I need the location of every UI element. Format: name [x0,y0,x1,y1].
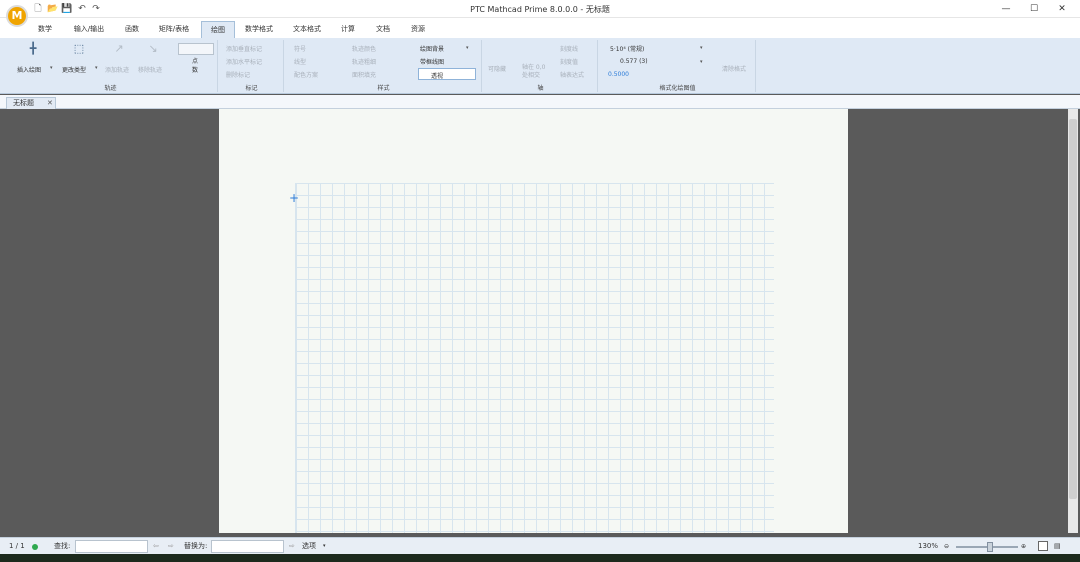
tab-resources[interactable]: 资源 [404,21,432,38]
title-bar: 🗋 📂 💾 ↶ ↷ PTC Mathcad Prime 8.0.0.0 - 无标… [0,0,1080,18]
ribbon-tabs: 数学 输入/输出 函数 矩阵/表格 绘图 数学格式 文本格式 计算 文档 资源 … [0,18,1080,52]
zoom-in-icon[interactable]: ⊕ [1021,541,1026,552]
page-view-icon[interactable] [1038,541,1048,551]
minimize-button[interactable]: — [998,2,1014,16]
tab-calculate[interactable]: 计算 [334,21,362,38]
format-preview: 0.5000 [608,71,629,78]
group-trace-label: 轨迹 [104,85,117,92]
precision-dropdown[interactable]: ▾ [700,59,703,65]
zoom-out-icon[interactable]: ⊖ [944,541,949,552]
mathcad-logo[interactable]: M [6,5,28,27]
zoom-slider[interactable] [956,542,1018,552]
insert-plot-icon: ╋ [29,42,37,55]
axis-expression-button[interactable]: 轴表达式 [560,70,584,79]
replace-label: 替换为: [184,542,208,550]
add-trace-icon: ↗ [114,42,124,55]
remove-trace-button[interactable]: 移除轨迹 [138,65,162,74]
remove-trace-icon: ↘ [148,42,158,55]
group-trace: ╋ 插入绘图 ▾ ⬚ 更改类型 ▾ ↗ 添加轨迹 ↘ 移除轨迹 点 数 轨迹 [4,40,218,92]
change-type-icon: ⬚ [73,42,85,55]
group-style-label: 样式 [377,85,390,92]
ribbon: ╋ 插入绘图 ▾ ⬚ 更改类型 ▾ ↗ 添加轨迹 ↘ 移除轨迹 点 数 轨迹 添… [0,38,1080,94]
group-marker: 添加垂直标记 添加水平标记 删除标记 标记 [220,40,284,92]
group-axis-label: 轴 [537,85,544,92]
app-window: 🗋 📂 💾 ↶ ↷ PTC Mathcad Prime 8.0.0.0 - 无标… [0,0,1080,562]
group-format-label: 格式化绘图值 [659,85,696,92]
insert-plot-button[interactable]: 插入绘图 [17,65,41,74]
options-dropdown-icon[interactable]: ▾ [323,541,326,552]
points-label: 点 数 [192,58,199,74]
tab-math-format[interactable]: 数学格式 [240,21,278,38]
number-format-select[interactable]: 5·10⁴ (常规) [610,44,644,53]
points-combo[interactable] [178,43,214,55]
tab-math[interactable]: 数学 [32,21,58,38]
document-tab[interactable]: 无标题 ✕ [6,97,56,109]
replace-icon[interactable]: ⇨ [289,541,295,552]
tab-plot[interactable]: 绘图 [201,21,235,38]
add-horizontal-marker-button[interactable]: 添加水平标记 [226,57,262,66]
document-tabs: 无标题 ✕ [0,95,1080,109]
options-button[interactable]: 选项 [302,541,316,552]
close-tab-icon[interactable]: ✕ [47,98,53,109]
calc-status-icon [32,544,38,550]
change-type-dropdown[interactable]: ▾ [95,65,98,71]
zoom-level: 130% [918,542,939,550]
worksheet-grid[interactable] [295,183,774,533]
zoom-slider-thumb[interactable] [987,542,993,552]
add-vertical-marker-button[interactable]: 添加垂直标记 [226,44,262,53]
axis-origin-button[interactable]: 轴在 0,0 处相交 [522,64,550,80]
status-bar: 1 / 1 查找: ⇦ ⇨ 替换为: ⇨ 选项 ▾ 130% ⊖ ⊕ ▤ [0,537,1080,554]
vertical-scrollbar[interactable] [1068,109,1078,533]
trace-weight-button[interactable]: 轨迹粗细 [352,57,376,66]
insert-plot-dropdown[interactable]: ▾ [50,65,53,71]
tick-values-button[interactable]: 刻度值 [560,57,578,66]
group-marker-label: 标记 [245,85,258,92]
draft-view-icon[interactable]: ▤ [1054,541,1061,552]
number-format-dropdown[interactable]: ▾ [700,45,703,51]
line-type-button[interactable]: 线型 [294,57,306,66]
area-fill-button[interactable]: 面积填充 [352,70,376,79]
tab-text-format[interactable]: 文本格式 [288,21,326,38]
plot-background-dropdown[interactable]: ▾ [466,45,469,51]
window-title: PTC Mathcad Prime 8.0.0.0 - 无标题 [470,5,610,14]
tab-functions[interactable]: 函数 [118,21,146,38]
page-count: 1 / 1 [9,542,25,550]
precision-select[interactable]: 0.577 (3) [620,58,648,65]
find-next-icon[interactable]: ⇨ [168,541,174,552]
bounding-lines-button[interactable]: 带框线图 [420,57,444,66]
close-button[interactable]: ✕ [1054,2,1070,16]
group-style: 符号 线型 配色方案 轨迹颜色 轨迹粗细 面积填充 绘图背景 ▾ 带框线图 透视… [286,40,482,92]
trace-color-button[interactable]: 轨迹颜色 [352,44,376,53]
worksheet-page[interactable]: + [219,109,848,533]
clear-format-button[interactable]: 清除格式 [722,64,746,73]
crosshair-cursor-icon: + [289,191,300,205]
color-scheme-button[interactable]: 配色方案 [294,70,318,79]
hide-arrows-button[interactable]: 可隐藏 [488,64,506,73]
tab-document[interactable]: 文档 [369,21,397,38]
symbol-button[interactable]: 符号 [294,44,306,53]
transparency-label: 透视 [431,73,444,80]
scrollbar-thumb[interactable] [1069,119,1077,499]
group-format: 5·10⁴ (常规) ▾ 0.577 (3) ▾ 0.5000 清除格式 格式化… [600,40,756,92]
plot-background-button[interactable]: 绘图背景 [420,44,444,53]
document-tab-label: 无标题 [13,99,34,107]
transparency-toggle[interactable]: 透视 [418,68,476,80]
tick-marks-button[interactable]: 刻度线 [560,44,578,53]
find-prev-icon[interactable]: ⇦ [153,541,159,552]
taskbar-strip [0,554,1080,562]
maximize-button[interactable]: ☐ [1026,2,1042,16]
change-type-button[interactable]: 更改类型 [62,65,86,74]
delete-marker-button[interactable]: 删除标记 [226,70,250,79]
tab-matrix-table[interactable]: 矩阵/表格 [152,21,196,38]
find-label: 查找: [54,542,71,550]
group-axis: 可隐藏 轴在 0,0 处相交 刻度线 刻度值 轴表达式 轴 [484,40,598,92]
tab-io[interactable]: 输入/输出 [66,21,112,38]
add-trace-button[interactable]: 添加轨迹 [105,65,129,74]
find-input[interactable] [75,540,148,553]
replace-input[interactable] [211,540,284,553]
